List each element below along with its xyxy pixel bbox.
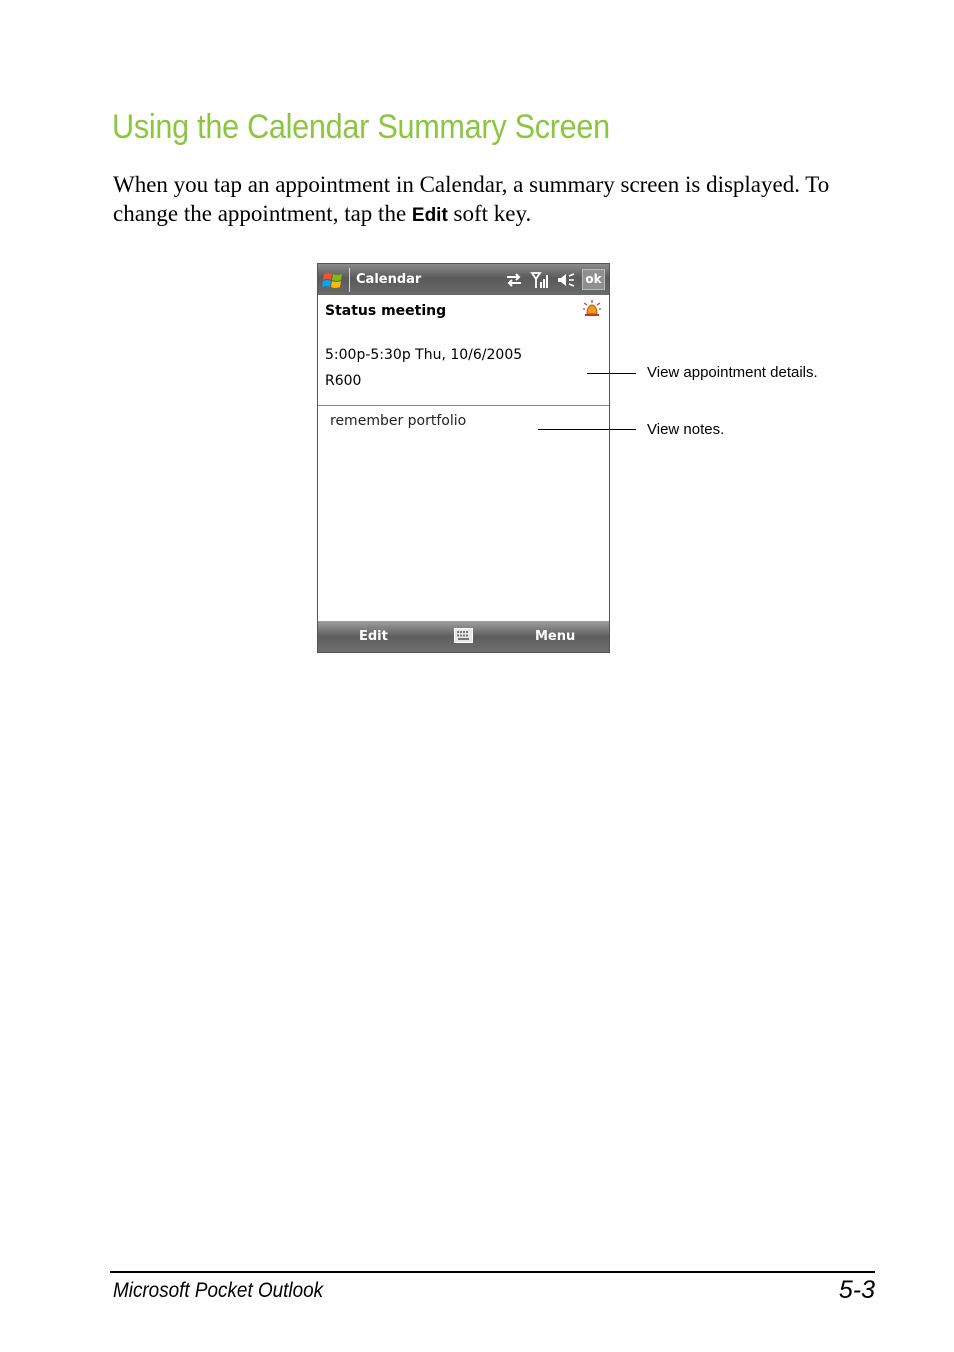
keyboard-icon[interactable]: [454, 628, 473, 643]
edit-key-term: Edit: [411, 205, 448, 226]
status-icons: ok: [504, 269, 605, 290]
intro-paragraph: When you tap an appointment in Calendar,…: [113, 170, 893, 230]
appointment-details[interactable]: Status meeting 5:00p-5:30p Thu, 10/6/200…: [318, 295, 609, 406]
appointment-subject: Status meeting: [325, 303, 447, 319]
notes-text: remember portfolio: [330, 413, 467, 429]
page-number: 5-3: [838, 1276, 875, 1304]
title-separator: [349, 268, 350, 292]
softkey-bar: Edit Menu: [318, 621, 609, 652]
connectivity-icon[interactable]: [504, 270, 524, 290]
app-title: Calendar: [356, 272, 422, 287]
notes-callout-line: [538, 429, 636, 430]
notes-callout-label: View notes.: [647, 421, 725, 438]
details-callout-label: View appointment details.: [647, 364, 818, 381]
windows-start-icon[interactable]: [322, 270, 344, 290]
appointment-time: 5:00p-5:30p Thu, 10/6/2005: [325, 347, 523, 363]
details-callout-line: [587, 373, 636, 374]
speaker-icon[interactable]: [556, 270, 576, 290]
footer-chapter: Microsoft Pocket Outlook: [113, 1279, 324, 1302]
signal-icon[interactable]: [530, 270, 550, 290]
menu-softkey[interactable]: Menu: [535, 629, 575, 644]
notes-area[interactable]: remember portfolio: [318, 406, 609, 621]
appointment-location: R600: [325, 373, 362, 389]
alarm-bell-icon: [583, 300, 601, 316]
title-bar: Calendar ok: [318, 264, 609, 295]
edit-softkey[interactable]: Edit: [359, 629, 388, 644]
calendar-summary-screenshot: Calendar ok Status meeting 5:00p-5:30p T…: [317, 263, 610, 653]
section-heading: Using the Calendar Summary Screen: [112, 108, 610, 146]
ok-button[interactable]: ok: [582, 269, 605, 290]
footer-rule: [110, 1271, 875, 1273]
intro-text-after: soft key.: [447, 201, 532, 226]
